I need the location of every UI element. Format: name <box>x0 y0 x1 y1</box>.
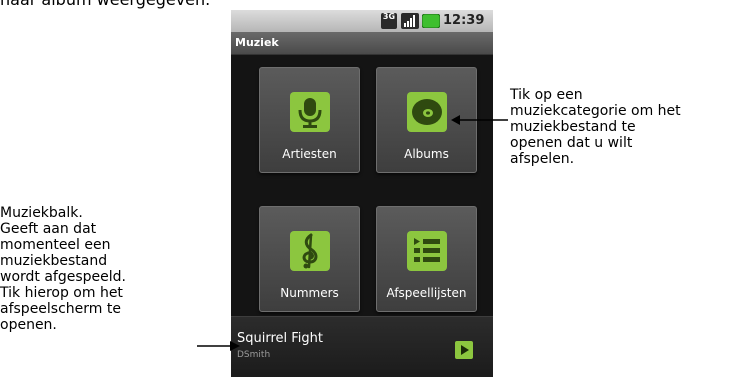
callout-line: muziekbestand <box>0 253 108 269</box>
tile-label-albums: Albums <box>404 147 449 161</box>
treble-clef-icon <box>290 231 330 271</box>
playlist-icon <box>407 231 447 271</box>
callout-music-bar: Muziekbalk. Geeft aan dat momenteel een … <box>0 205 200 333</box>
callout-arrow-left <box>197 341 240 351</box>
callout-line: wordt afgespeeld. <box>0 269 126 285</box>
callout-line: Tik op een <box>510 87 583 103</box>
now-playing-artist: DSmith <box>237 350 271 360</box>
disc-icon <box>407 92 447 132</box>
tile-label-songs: Nummers <box>280 286 339 300</box>
app-title-bar: Muziek <box>231 32 493 55</box>
callout-line: muziekbestand te <box>510 119 636 135</box>
now-playing-bar[interactable]: Squirrel Fight DSmith <box>231 316 493 377</box>
tile-artists[interactable]: Artiesten <box>259 67 360 173</box>
callout-categories: Tik op een muziekcategorie om het muziek… <box>510 87 733 167</box>
battery-icon <box>422 14 440 28</box>
callout-line: Muziekbalk. <box>0 205 83 221</box>
tile-label-playlists: Afspeellijsten <box>386 286 467 300</box>
phone-screen: 3G 12:39 Muziek Artiesten Albums Nummers… <box>231 10 493 377</box>
callout-line: muziekcategorie om het <box>510 103 681 119</box>
callout-arrow-right <box>451 115 508 125</box>
tile-label-artists: Artiesten <box>282 147 337 161</box>
play-icon[interactable] <box>455 341 473 359</box>
callout-line: afspeelscherm te <box>0 301 121 317</box>
callout-line: momenteel een <box>0 237 111 253</box>
callout-line: openen dat u wilt <box>510 135 633 151</box>
clock: 12:39 <box>443 13 485 28</box>
top-caption: naar album weergegeven. <box>0 0 250 10</box>
now-playing-title: Squirrel Fight <box>237 331 324 346</box>
callout-line: Geeft aan dat <box>0 221 97 237</box>
app-title: Muziek <box>235 36 279 49</box>
network-3g-icon: 3G <box>381 13 397 29</box>
callout-line: Tik hierop om het <box>0 285 123 301</box>
callout-line: afspelen. <box>510 151 575 167</box>
tile-songs[interactable]: Nummers <box>259 206 360 312</box>
microphone-icon <box>290 92 330 132</box>
callout-line: openen. <box>0 317 57 333</box>
tile-playlists[interactable]: Afspeellijsten <box>376 206 477 312</box>
status-bar: 3G 12:39 <box>231 10 493 32</box>
signal-icon <box>401 13 419 29</box>
